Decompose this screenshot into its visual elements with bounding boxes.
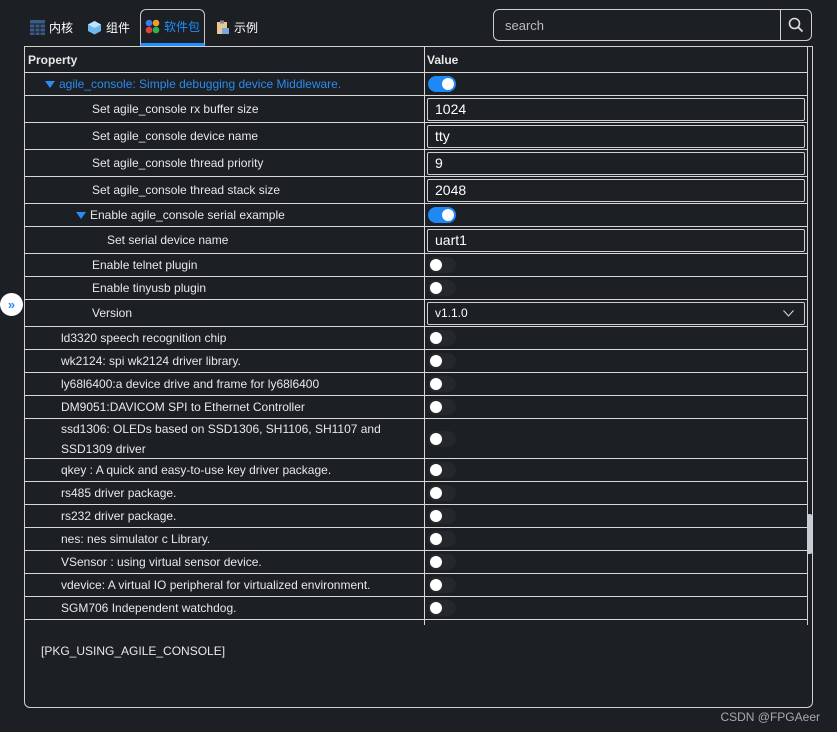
expand-sidebar-button[interactable]: »	[0, 293, 23, 316]
grid-icon	[30, 20, 45, 35]
property-label: nes: nes simulator c Library.	[61, 532, 211, 546]
property-label: Set agile_console device name	[92, 129, 259, 143]
property-label: ly68l6400:a device drive and frame for l…	[61, 377, 320, 391]
table-row: qkey : A quick and easy-to-use key drive…	[25, 459, 807, 482]
search-button[interactable]	[780, 10, 811, 40]
property-label: Enable agile_console serial example	[90, 208, 285, 222]
toggle-switch[interactable]	[428, 554, 456, 570]
property-label: agile_console: Simple debugging device M…	[59, 77, 342, 91]
search-box	[493, 9, 812, 41]
value-input[interactable]: 9	[427, 151, 805, 175]
select-value: v1.1.0	[435, 306, 468, 320]
table-row: Set agile_console device name tty	[25, 123, 807, 150]
table-row: wk2124: spi wk2124 driver library.	[25, 350, 807, 373]
table-row: vdevice: A virtual IO peripheral for vir…	[25, 574, 807, 597]
property-label: DM9051:DAVICOM SPI to Ethernet Controlle…	[61, 400, 305, 414]
table-row: agile_console: Simple debugging device M…	[25, 73, 807, 96]
tab-1[interactable]: 组件	[83, 9, 134, 46]
table-row: Set agile_console thread stack size 2048	[25, 177, 807, 204]
properties-panel: Property Value agile_console: Simple deb…	[24, 46, 813, 708]
collapse-triangle-icon[interactable]	[76, 211, 86, 219]
watermark: CSDN @FPGAeer	[720, 710, 820, 724]
chevron-down-icon	[783, 309, 794, 317]
scrollbar-thumb[interactable]	[807, 514, 812, 554]
table-row: Set serial device name uart1	[25, 227, 807, 254]
table-row: Enable telnet plugin	[25, 254, 807, 277]
toggle-switch[interactable]	[428, 508, 456, 524]
table-row: Set agile_console rx buffer size 1024	[25, 96, 807, 123]
toggle-switch[interactable]	[428, 76, 456, 92]
clipboard-icon	[215, 20, 230, 35]
property-label: rs232 driver package.	[61, 509, 177, 523]
toggle-switch[interactable]	[428, 485, 456, 501]
property-label: qkey : A quick and easy-to-use key drive…	[61, 463, 332, 477]
property-label: Version	[92, 306, 133, 320]
property-label: VSensor : using virtual sensor device.	[61, 555, 262, 569]
table-row: DM9051:DAVICOM SPI to Ethernet Controlle…	[25, 396, 807, 419]
property-label: SGM706 Independent watchdog.	[61, 601, 237, 615]
toggle-switch[interactable]	[428, 207, 456, 223]
property-label: vdevice: A virtual IO peripheral for vir…	[61, 578, 371, 592]
toggle-switch[interactable]	[428, 257, 456, 273]
property-label: ld3320 speech recognition chip	[61, 331, 227, 345]
table-row: Set agile_console thread priority 9	[25, 150, 807, 177]
table-row: Enable tinyusb plugin	[25, 277, 807, 300]
toggle-switch[interactable]	[428, 531, 456, 547]
tab-label: 组件	[106, 21, 131, 35]
table-row	[25, 620, 807, 625]
header-property: Property	[25, 47, 425, 72]
search-icon	[788, 17, 804, 33]
toggle-switch[interactable]	[428, 577, 456, 593]
toggle-switch[interactable]	[428, 330, 456, 346]
property-label: Set agile_console thread stack size	[92, 183, 281, 197]
toggle-switch[interactable]	[428, 600, 456, 616]
table-row: rs485 driver package.	[25, 482, 807, 505]
table-row: ld3320 speech recognition chip	[25, 327, 807, 350]
value-input[interactable]: 1024	[427, 97, 805, 121]
value-input[interactable]: 2048	[427, 178, 805, 202]
description-text: [PKG_USING_AGILE_CONSOLE]	[41, 644, 226, 658]
tab-3[interactable]: 示例	[211, 9, 262, 46]
tab-label: 内核	[49, 21, 74, 35]
property-label: Enable telnet plugin	[92, 258, 198, 272]
property-label: ssd1306: OLEDs based on SSD1306, SH1106,…	[61, 421, 381, 456]
tab-0[interactable]: 内核	[26, 9, 77, 46]
toggle-switch[interactable]	[428, 353, 456, 369]
table-header: Property Value	[25, 47, 807, 73]
table-row: SGM706 Independent watchdog.	[25, 597, 807, 620]
property-label: Set agile_console thread priority	[92, 156, 264, 170]
property-label: rs485 driver package.	[61, 486, 177, 500]
property-table: Property Value agile_console: Simple deb…	[25, 47, 808, 625]
table-row: Enable agile_console serial example	[25, 204, 807, 227]
toggle-switch[interactable]	[428, 280, 456, 296]
value-input[interactable]: tty	[427, 124, 805, 148]
toggle-switch[interactable]	[428, 376, 456, 392]
table-row: VSensor : using virtual sensor device.	[25, 551, 807, 574]
tab-bar: 内核 组件 软件包 示例	[26, 9, 268, 46]
toggle-switch[interactable]	[428, 399, 456, 415]
table-row: Version v1.1.0	[25, 300, 807, 327]
collapse-triangle-icon[interactable]	[45, 80, 55, 88]
property-label: Set serial device name	[107, 233, 229, 247]
toggle-switch[interactable]	[428, 462, 456, 478]
version-select[interactable]: v1.1.0	[427, 301, 805, 325]
search-input[interactable]	[494, 10, 780, 40]
table-row: ssd1306: OLEDs based on SSD1306, SH1106,…	[25, 419, 807, 459]
value-input[interactable]: uart1	[427, 228, 805, 252]
cube-icon	[87, 20, 102, 35]
table-row: ly68l6400:a device drive and frame for l…	[25, 373, 807, 396]
packages-icon	[145, 19, 160, 34]
property-label: Enable tinyusb plugin	[92, 281, 207, 295]
property-label: Set agile_console rx buffer size	[92, 102, 259, 116]
property-label: wk2124: spi wk2124 driver library.	[61, 354, 241, 368]
tab-label: 示例	[234, 21, 259, 35]
table-row: rs232 driver package.	[25, 505, 807, 528]
tab-label: 软件包	[164, 20, 201, 34]
table-row: nes: nes simulator c Library.	[25, 528, 807, 551]
toggle-switch[interactable]	[428, 430, 456, 447]
header-value: Value	[427, 52, 459, 67]
tab-2[interactable]: 软件包	[140, 9, 206, 46]
